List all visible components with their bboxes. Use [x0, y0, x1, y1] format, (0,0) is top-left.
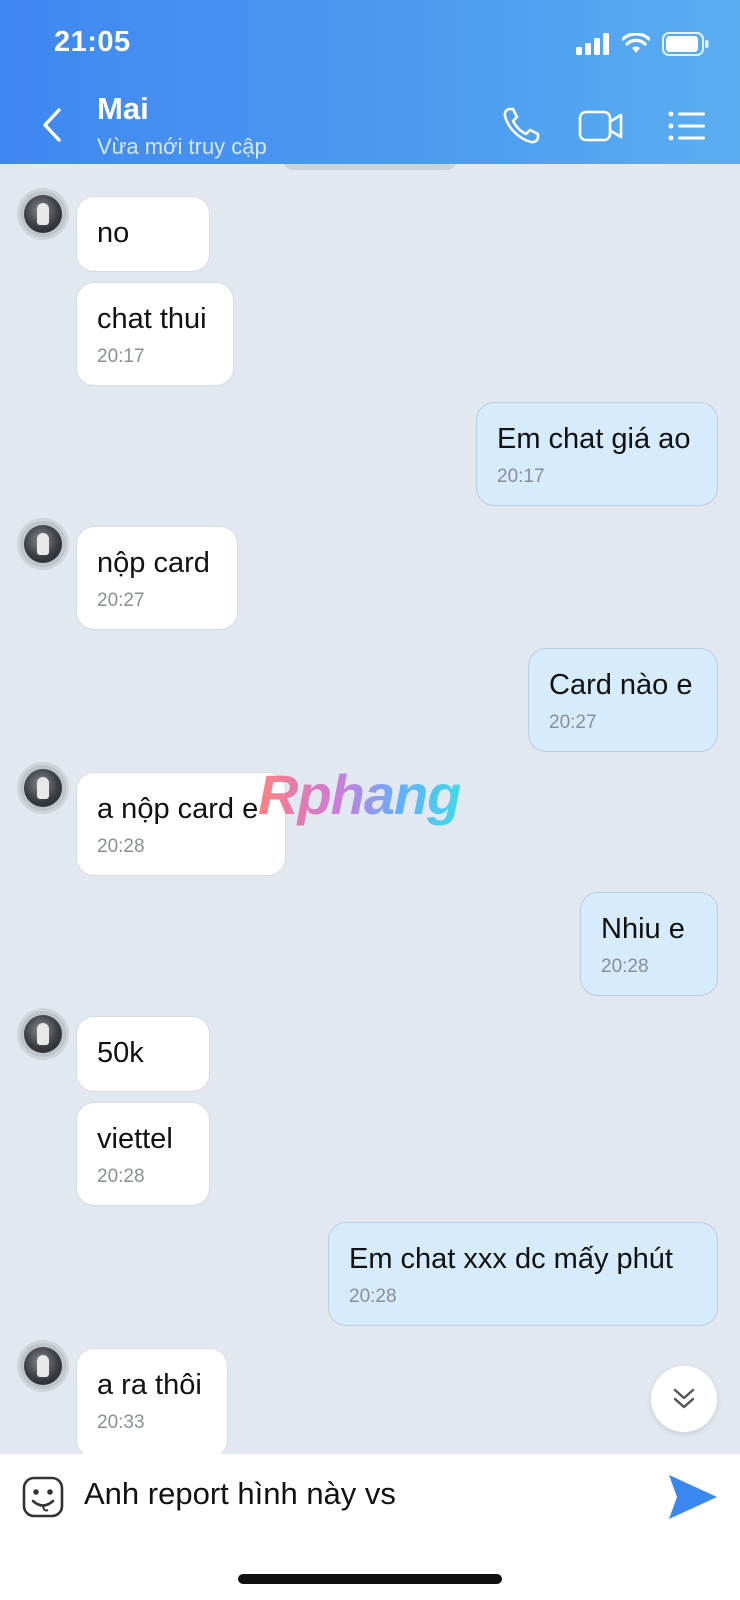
- video-icon: [578, 110, 623, 142]
- message-text: Card nào e: [549, 669, 693, 701]
- wifi-icon: [622, 33, 650, 53]
- back-icon: [43, 108, 61, 142]
- home-indicator[interactable]: [238, 1574, 502, 1584]
- message-time: 20:33: [97, 1412, 145, 1433]
- signal-icon: [576, 33, 609, 55]
- message-bubble-incoming[interactable]: 50k: [76, 1016, 210, 1092]
- options-button[interactable]: [662, 104, 712, 148]
- message-bubble-incoming[interactable]: a nộp card e 20:28: [76, 772, 286, 876]
- message-text: Nhiu e: [601, 913, 685, 945]
- avatar[interactable]: [17, 188, 69, 240]
- avatar[interactable]: [17, 762, 69, 814]
- status-time: 21:05: [54, 26, 131, 58]
- message-text: no: [97, 217, 130, 249]
- message-time: 20:28: [97, 836, 145, 857]
- sticker-button[interactable]: [22, 1476, 64, 1518]
- avatar[interactable]: [17, 1340, 69, 1392]
- message-time: 20:27: [97, 590, 145, 611]
- avatar[interactable]: [17, 1008, 69, 1060]
- contact-status: Vừa mới truy cập: [97, 134, 267, 159]
- phone-icon: [503, 107, 540, 144]
- chat-header: 21:05 Mai Vừa mới truy cập: [0, 0, 740, 164]
- message-bubble-incoming[interactable]: viettel 20:28: [76, 1102, 210, 1206]
- message-text: Em chat xxx dc mấy phút: [349, 1243, 673, 1275]
- message-text: a nộp card e: [97, 793, 259, 825]
- message-text: Em chat giá ao: [497, 423, 691, 455]
- battery-icon: [662, 32, 709, 56]
- contact-name[interactable]: Mai: [97, 91, 149, 127]
- send-button[interactable]: [666, 1472, 720, 1522]
- watermark-logo: Rphang: [258, 763, 461, 826]
- status-icons: [576, 32, 710, 56]
- message-time: 20:28: [97, 1166, 145, 1187]
- message-time: 20:28: [601, 956, 649, 977]
- avatar[interactable]: [17, 518, 69, 570]
- call-button[interactable]: [496, 104, 546, 148]
- message-bubble-incoming[interactable]: chat thui 20:17: [76, 282, 234, 386]
- message-text: chat thui: [97, 303, 207, 335]
- message-text: viettel: [97, 1123, 173, 1155]
- back-button[interactable]: [30, 100, 74, 150]
- message-bubble-incoming[interactable]: a ra thôi 20:33: [76, 1348, 228, 1454]
- message-bubble-incoming[interactable]: nộp card 20:27: [76, 526, 238, 630]
- message-time: 20:17: [97, 346, 145, 367]
- message-bubble-outgoing[interactable]: Card nào e 20:27: [528, 648, 718, 752]
- message-text: a ra thôi: [97, 1369, 202, 1401]
- emoji-icon: [22, 1476, 64, 1518]
- message-bubble-outgoing[interactable]: Em chat giá ao 20:17: [476, 402, 718, 506]
- video-call-button[interactable]: [576, 104, 626, 148]
- message-text: 50k: [97, 1037, 144, 1069]
- message-time: 20:27: [549, 712, 597, 733]
- message-bubble-outgoing[interactable]: Nhiu e 20:28: [580, 892, 718, 996]
- scroll-to-bottom-button[interactable]: [651, 1366, 717, 1432]
- message-bubble-outgoing[interactable]: Em chat xxx dc mấy phút 20:28: [328, 1222, 718, 1326]
- double-chevron-down-icon: [673, 1388, 695, 1409]
- message-bubble-incoming[interactable]: no: [76, 196, 210, 272]
- message-time: 20:17: [497, 466, 545, 487]
- message-input[interactable]: Anh report hình này vs: [84, 1476, 396, 1512]
- send-icon: [669, 1475, 717, 1519]
- menu-list-icon: [668, 111, 705, 141]
- message-time: 20:28: [349, 1286, 397, 1307]
- message-text: nộp card: [97, 547, 210, 579]
